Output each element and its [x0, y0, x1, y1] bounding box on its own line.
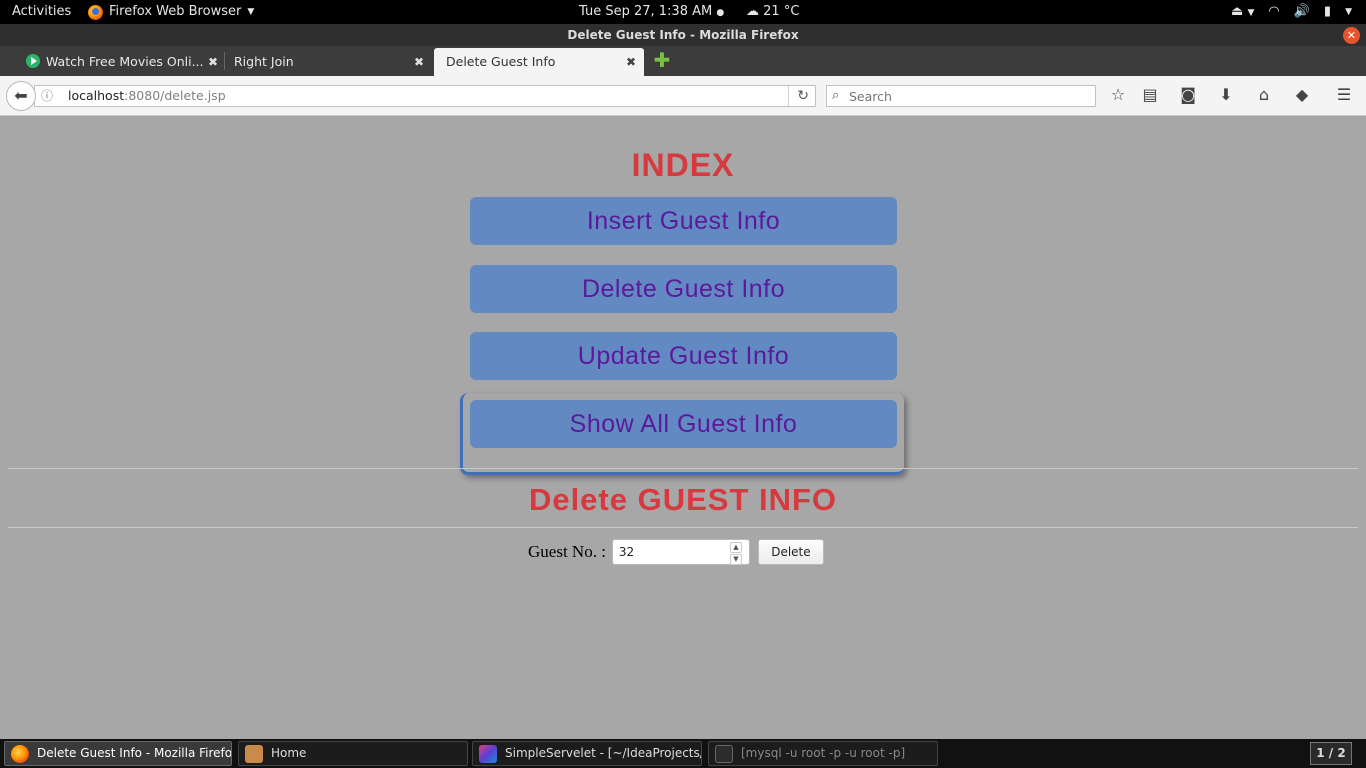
divider: [8, 527, 1358, 528]
guest-no-field[interactable]: ▲ ▼: [611, 539, 750, 565]
wifi-icon: ◠: [1268, 4, 1280, 19]
info-icon[interactable]: ⓘ: [41, 86, 53, 106]
chevron-down-icon: ▼: [1345, 7, 1352, 17]
delete-form: Guest No. : ▲ ▼ Delete: [528, 539, 824, 565]
window-close-button[interactable]: ✕: [1343, 27, 1360, 44]
insert-guest-info-button[interactable]: Insert Guest Info: [470, 197, 897, 245]
hamburger-menu-icon[interactable]: ☰: [1334, 85, 1354, 105]
eject-icon[interactable]: ⏏ ▼: [1231, 0, 1254, 25]
cloud-icon: ☁: [746, 4, 759, 19]
search-input[interactable]: [849, 87, 1089, 105]
show-all-guest-info-button[interactable]: Show All Guest Info: [470, 400, 897, 448]
number-spinner[interactable]: ▲ ▼: [729, 542, 742, 565]
back-arrow-icon: ⬅: [14, 86, 28, 105]
tab-close-icon[interactable]: ✖: [208, 48, 218, 76]
chevron-down-icon: ▼: [247, 7, 255, 17]
folder-icon: [245, 745, 263, 763]
taskbar-item-label: SimpleServelet - [~/IdeaProjects/...: [505, 746, 702, 760]
taskbar-item-terminal[interactable]: [mysql -u root -p -u root -p]: [708, 741, 938, 766]
search-icon: ⌕: [832, 88, 840, 103]
weather-indicator[interactable]: ☁ 21 °C: [746, 0, 799, 24]
intellij-icon: [479, 745, 497, 763]
url-host: localhost: [68, 88, 125, 103]
tab-label: Right Join: [234, 54, 294, 69]
page-content: INDEX Insert Guest Info Delete Guest Inf…: [0, 117, 1366, 739]
url-text: localhost:8080/delete.jsp: [68, 86, 226, 106]
workspace-pager[interactable]: 1 / 2: [1310, 742, 1352, 765]
tab-label: Watch Free Movies Onli...: [46, 54, 204, 69]
taskbar-item-label: Home: [271, 746, 307, 760]
bookmark-star-icon[interactable]: ☆: [1108, 85, 1128, 105]
tab-right-join[interactable]: Right Join ✖: [222, 48, 432, 76]
tab-divider: [224, 52, 225, 70]
addon-icon[interactable]: ◆: [1292, 85, 1312, 105]
window-title-bar: Delete Guest Info - Mozilla Firefox ✕: [0, 24, 1366, 46]
delete-guest-heading: Delete GUEST INFO: [528, 482, 838, 517]
guest-no-input[interactable]: [618, 543, 727, 561]
app-menu-label: Firefox Web Browser: [109, 4, 242, 19]
tab-strip: Watch Free Movies Onli... ✖ Right Join ✖…: [0, 46, 1366, 76]
activities-button[interactable]: Activities: [12, 0, 71, 24]
update-guest-info-button[interactable]: Update Guest Info: [470, 332, 897, 380]
home-icon[interactable]: ⌂: [1254, 85, 1274, 105]
spinner-up-icon[interactable]: ▲: [729, 542, 742, 553]
divider: [8, 468, 1358, 469]
url-path: :8080/delete.jsp: [124, 88, 226, 103]
url-bar[interactable]: ⓘ localhost:8080/delete.jsp ↻: [34, 85, 816, 107]
index-heading: INDEX: [631, 147, 735, 183]
delete-guest-info-button[interactable]: Delete Guest Info: [470, 265, 897, 313]
battery-icon: ▮: [1323, 4, 1332, 19]
download-icon[interactable]: ⬇: [1216, 85, 1236, 105]
search-bar[interactable]: ⌕: [826, 85, 1096, 107]
delete-button[interactable]: Delete: [757, 539, 824, 565]
taskbar-item-intellij[interactable]: SimpleServelet - [~/IdeaProjects/...: [472, 741, 702, 766]
taskbar-item-home[interactable]: Home: [238, 741, 468, 766]
window-title: Delete Guest Info - Mozilla Firefox: [567, 28, 799, 42]
system-menu[interactable]: ⏏ ▼ ◠ 🔊 ▮ ▼: [1231, 0, 1352, 24]
spinner-down-icon[interactable]: ▼: [729, 554, 742, 565]
volume-icon: 🔊: [1293, 4, 1310, 19]
tab-watch-movies[interactable]: Watch Free Movies Onli... ✖: [14, 48, 226, 76]
weather-label: 21 °C: [763, 4, 800, 19]
notification-dot-icon: ●: [716, 8, 725, 18]
guest-no-label: Guest No. :: [528, 542, 606, 561]
tab-close-icon[interactable]: ✖: [626, 48, 636, 76]
pocket-icon[interactable]: ◙: [1178, 85, 1198, 105]
firefox-icon: [88, 4, 103, 20]
terminal-icon: [715, 745, 733, 763]
navigation-toolbar: ⓘ localhost:8080/delete.jsp ↻ ⬅ ⌕ ☆ ▤ ◙ …: [0, 76, 1366, 116]
reading-list-icon[interactable]: ▤: [1140, 85, 1160, 105]
clock-label: Tue Sep 27, 1:38 AM: [579, 4, 713, 19]
firefox-icon: [11, 745, 29, 763]
reload-icon[interactable]: ↻: [788, 86, 809, 106]
taskbar-item-label: [mysql -u root -p -u root -p]: [741, 746, 906, 760]
tab-label: Delete Guest Info: [446, 54, 556, 69]
taskbar-item-firefox[interactable]: Delete Guest Info - Mozilla Firefox: [4, 741, 232, 766]
window-taskbar: Delete Guest Info - Mozilla Firefox Home…: [0, 739, 1366, 768]
tab-delete-guest-info[interactable]: Delete Guest Info ✖: [434, 48, 644, 76]
back-button[interactable]: ⬅: [6, 81, 36, 111]
taskbar-item-label: Delete Guest Info - Mozilla Firefox: [37, 746, 232, 760]
new-tab-button[interactable]: ✚: [652, 50, 672, 70]
tab-close-icon[interactable]: ✖: [414, 48, 424, 76]
clock[interactable]: Tue Sep 27, 1:38 AM ●: [579, 0, 724, 24]
app-menu[interactable]: Firefox Web Browser ▼: [88, 0, 254, 24]
system-top-bar: Activities Firefox Web Browser ▼ Tue Sep…: [0, 0, 1366, 24]
play-icon: [26, 54, 40, 68]
